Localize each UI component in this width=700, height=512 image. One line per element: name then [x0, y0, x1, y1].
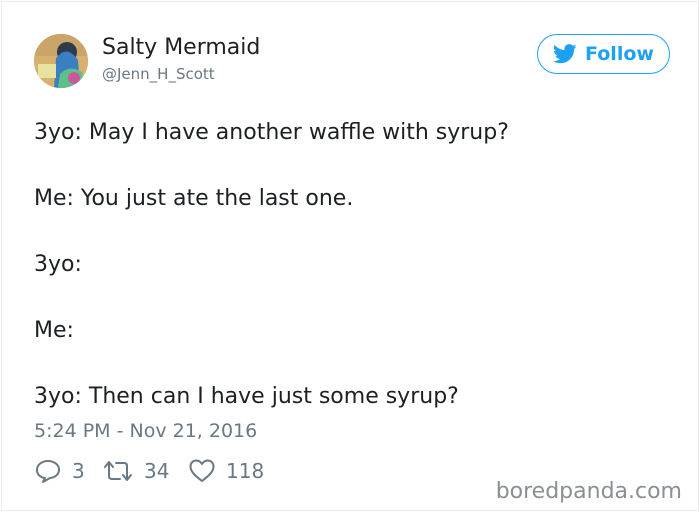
tweet-line: Me: You just ate the last one. — [34, 186, 354, 211]
tweet-card: Salty Mermaid @Jenn_H_Scott Follow 3yo: … — [1, 1, 699, 511]
tweet-timestamp[interactable]: 5:24 PM - Nov 21, 2016 — [34, 419, 257, 443]
author-handle[interactable]: @Jenn_H_Scott — [102, 64, 215, 84]
like-button[interactable]: 118 — [188, 457, 264, 485]
watermark: boredpanda.com — [495, 479, 682, 504]
retweet-icon — [104, 461, 132, 481]
tweet-line: 3yo: May I have another waffle with syru… — [34, 120, 509, 145]
avatar-image — [34, 34, 88, 88]
tweet-line: Me: — [34, 318, 74, 343]
reply-count: 3 — [72, 459, 85, 483]
reply-icon — [36, 460, 60, 483]
retweet-button[interactable]: 34 — [102, 457, 169, 485]
like-icon — [189, 459, 215, 482]
author-name[interactable]: Salty Mermaid — [102, 34, 260, 62]
retweet-count: 34 — [144, 459, 170, 483]
twitter-bird-icon — [553, 44, 577, 64]
follow-button[interactable]: Follow — [537, 34, 670, 74]
tweet-line: 3yo: Then can I have just some syrup? — [34, 384, 459, 409]
avatar[interactable] — [34, 34, 88, 88]
like-count: 118 — [226, 459, 265, 483]
reply-button[interactable]: 3 — [34, 457, 85, 485]
tweet-line: 3yo: — [34, 252, 82, 277]
follow-label: Follow — [585, 43, 654, 65]
